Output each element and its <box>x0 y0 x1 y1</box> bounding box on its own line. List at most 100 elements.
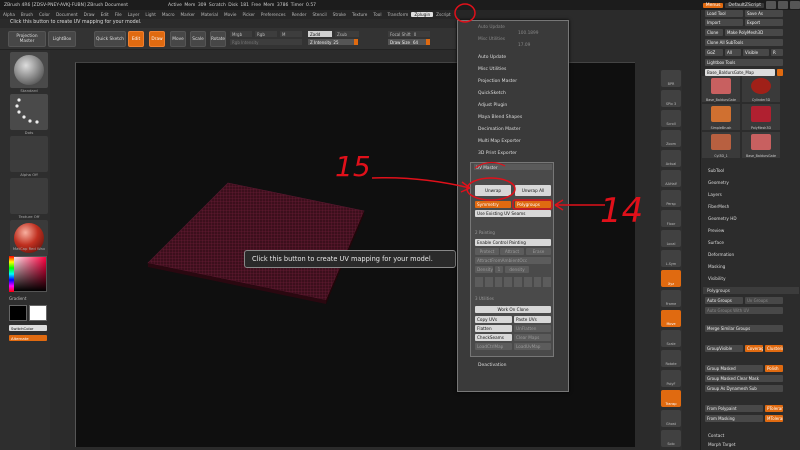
menu-brush[interactable]: Brush <box>18 12 36 17</box>
shelf-scale-button[interactable]: Scale <box>661 330 681 347</box>
menu-draw[interactable]: Draw <box>81 12 98 17</box>
plugin-item-multi-map-exporter[interactable]: Multi Map Exporter <box>478 139 521 144</box>
clone-all-subtools-button[interactable]: Clone All SubTools <box>705 39 783 46</box>
lightbox-tools-button[interactable]: Lightbox Tools <box>705 59 783 66</box>
visible-button[interactable]: Visible <box>743 49 769 56</box>
r-toggle[interactable] <box>777 69 783 76</box>
clustering-slider[interactable]: Clustering <box>765 345 783 352</box>
section-masking[interactable]: Masking <box>708 264 725 269</box>
coverage-slider[interactable]: Coverage <box>745 345 763 352</box>
section-fibermesh[interactable]: FiberMesh <box>708 204 729 209</box>
tool-thumbnail[interactable]: PolyMesh3D <box>742 104 780 130</box>
shelf-move-button[interactable]: Move <box>661 310 681 327</box>
use-existing-seams-toggle[interactable]: Use Existing UV Seams <box>475 210 551 217</box>
attract-button[interactable]: Attract <box>500 248 524 255</box>
deactivation-item[interactable]: Deactivation <box>478 363 507 368</box>
menu-movie[interactable]: Movie <box>221 12 239 17</box>
shelf-persp-button[interactable]: Persp <box>661 190 681 207</box>
clear-maps-button[interactable]: Clear Maps <box>514 334 551 341</box>
attract-from-ao-button[interactable]: AttractFromAmbientOcc <box>475 257 551 264</box>
section-visibility[interactable]: Visibility <box>708 276 726 281</box>
shelf-floor-button[interactable]: Floor <box>661 210 681 227</box>
menu-zplugin[interactable]: Zplugin <box>411 12 434 17</box>
switch-color-button[interactable]: SwitchColor <box>9 325 47 331</box>
shelf-local-button[interactable]: Local <box>661 230 681 247</box>
zsub-toggle[interactable]: Zsub <box>335 31 359 37</box>
polygroups-toggle[interactable]: Polygroups <box>515 201 551 208</box>
stroke-selector[interactable] <box>10 94 48 130</box>
erase-button[interactable]: Erase <box>526 248 551 255</box>
make-polymesh-button[interactable]: Make PolyMesh3D <box>725 29 783 36</box>
export-button[interactable]: Export <box>745 19 783 26</box>
shelf-actual-button[interactable]: Actual <box>661 150 681 167</box>
menu-picker[interactable]: Picker <box>239 12 257 17</box>
auto-groups-uv-button[interactable]: Auto Groups With UV <box>705 307 783 314</box>
shelf-scroll-button[interactable]: Scroll <box>661 110 681 127</box>
uv-groups-button[interactable]: Uv Groups <box>745 297 783 304</box>
shelf-rotate-button[interactable]: Rotate <box>661 350 681 367</box>
close-icon[interactable] <box>790 1 800 9</box>
lightbox-button[interactable]: LightBox <box>48 31 76 47</box>
paste-uvs-button[interactable]: Paste UVs <box>514 316 551 323</box>
load-ctrl-map-button[interactable]: LoadCtrlMap <box>475 343 512 350</box>
section-geometry-hd[interactable]: Geometry HD <box>708 216 737 221</box>
section-subtool[interactable]: SubTool <box>708 168 724 173</box>
brush-selector[interactable] <box>10 52 48 88</box>
plugin-item-maya-blend-shapes[interactable]: Maya Blend Shapes <box>478 115 522 120</box>
current-tool-name[interactable]: Base_BaldursGate_Map <box>705 69 775 76</box>
color-picker[interactable] <box>9 256 47 292</box>
density-value[interactable]: 1 <box>495 266 503 273</box>
check-seams-button[interactable]: CheckSeams <box>475 334 512 341</box>
menu-stroke[interactable]: Stroke <box>330 12 349 17</box>
work-on-clone-button[interactable]: Work On Clone <box>475 306 551 313</box>
density-step[interactable] <box>504 277 512 287</box>
rgb-toggle[interactable]: Rgb <box>255 31 277 37</box>
plugin-item-decimation-master[interactable]: Decimation Master <box>478 127 521 132</box>
menu-stencil[interactable]: Stencil <box>309 12 329 17</box>
menu-marker[interactable]: Marker <box>178 12 198 17</box>
shelf-aahalf-button[interactable]: AAHalf <box>661 170 681 187</box>
clone-button[interactable]: Clone <box>705 29 723 36</box>
shelf-transp-button[interactable]: Transp <box>661 390 681 407</box>
main-color-swatch[interactable] <box>9 305 27 321</box>
projection-master-button[interactable]: Projection Master <box>8 31 46 47</box>
group-masked-button[interactable]: Group Masked <box>705 365 763 372</box>
maximize-icon[interactable] <box>778 1 788 9</box>
all-button[interactable]: All <box>725 49 741 56</box>
r-button[interactable]: R <box>771 49 783 56</box>
edit-button[interactable]: Edit <box>128 31 144 47</box>
polish-slider[interactable]: Polish <box>765 365 783 372</box>
tool-thumbnail[interactable]: SimpleBrush <box>702 104 740 130</box>
goz-button[interactable]: GoZ <box>705 49 723 56</box>
shelf-ghost-button[interactable]: Ghost <box>661 410 681 427</box>
from-polypaint-button[interactable]: From Polypaint <box>705 405 763 412</box>
density-step[interactable] <box>533 277 542 287</box>
contact-section[interactable]: Contact <box>708 433 724 438</box>
menu-edit[interactable]: Edit <box>98 12 112 17</box>
ptolerance-slider[interactable]: PTolerance <box>765 405 783 412</box>
section-preview[interactable]: Preview <box>708 228 724 233</box>
shelf-polyf-button[interactable]: PolyF <box>661 370 681 387</box>
alternate-button[interactable]: Alternate <box>9 335 47 341</box>
menu-render[interactable]: Render <box>289 12 310 17</box>
polygroups-header[interactable]: Polygroups <box>703 287 799 294</box>
load-uv-map-button[interactable]: LoadUvMap <box>514 343 551 350</box>
density-step[interactable] <box>494 277 503 287</box>
plugin-item-3d-print-exporter[interactable]: 3D Print Exporter <box>478 151 517 156</box>
shelf-zoom-button[interactable]: Zoom <box>661 130 681 147</box>
menu-layer[interactable]: Layer <box>125 12 143 17</box>
move-button[interactable]: Move <box>170 31 186 47</box>
menu-material[interactable]: Material <box>198 12 221 17</box>
rgb-intensity-slider[interactable]: Rgb Intensity <box>230 39 302 45</box>
zadd-toggle[interactable]: Zadd <box>308 31 332 37</box>
scale-button[interactable]: Scale <box>190 31 206 47</box>
density-unit[interactable]: density <box>505 266 529 273</box>
tool-thumbnail[interactable]: Cylinder3D <box>742 76 780 102</box>
shelf-spix-3-button[interactable]: SPix 3 <box>661 90 681 107</box>
menu-file[interactable]: File <box>112 12 125 17</box>
unwrap-button[interactable]: Unwrap <box>475 185 511 196</box>
draw-button[interactable]: Draw <box>149 31 165 47</box>
alpha-selector[interactable] <box>10 136 48 172</box>
section-deformation[interactable]: Deformation <box>708 252 734 257</box>
group-visible-button[interactable]: GroupVisible <box>705 345 743 352</box>
